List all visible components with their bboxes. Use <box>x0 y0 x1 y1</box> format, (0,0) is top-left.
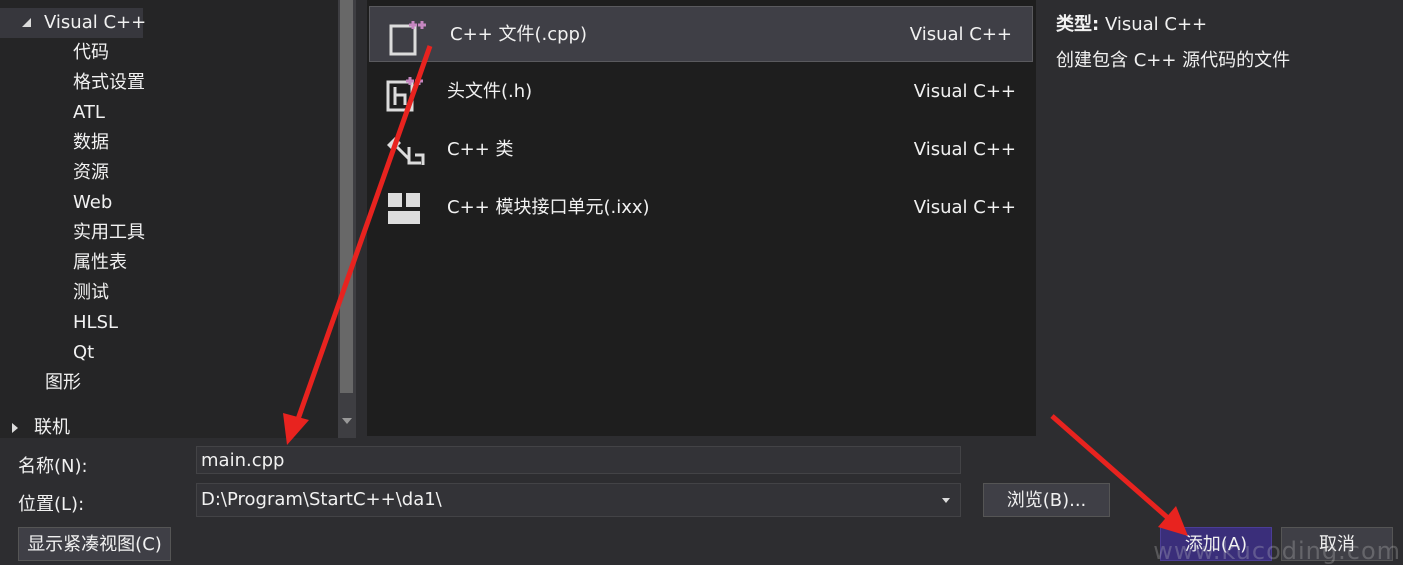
tree-scrollbar[interactable] <box>338 0 356 438</box>
tree-item-property-sheets[interactable]: 属性表 <box>73 248 127 278</box>
name-input[interactable] <box>196 446 961 474</box>
tree-item-qt[interactable]: Qt <box>73 338 94 368</box>
location-label: 位置(L): <box>18 494 85 515</box>
collapsed-triangle-icon[interactable] <box>12 423 18 433</box>
tree-item-utilities[interactable]: 实用工具 <box>73 218 145 248</box>
tree-item-atl[interactable]: ATL <box>73 98 105 128</box>
cpp-file-icon <box>389 21 426 56</box>
tree-item-hlsl[interactable]: HLSL <box>73 308 118 338</box>
type-label: 类型: <box>1056 14 1100 35</box>
template-category-tree[interactable]: Visual C++ 代码 格式设置 ATL 数据 资源 Web 实用工具 属性… <box>0 0 338 438</box>
template-name: C++ 文件(.cpp) <box>450 24 587 45</box>
template-item-cpp-file[interactable]: C++ 文件(.cpp) Visual C++ <box>369 6 1033 62</box>
template-name: 头文件(.h) <box>447 81 533 102</box>
template-language: Visual C++ <box>913 81 1016 102</box>
header-file-icon <box>386 77 423 112</box>
tree-item-visual-cpp[interactable]: Visual C++ <box>0 8 147 38</box>
tree-item-code[interactable]: 代码 <box>73 38 109 68</box>
compact-view-button[interactable]: 显示紧凑视图(C) <box>18 527 171 561</box>
tree-item-label: 联机 <box>34 417 70 438</box>
template-item-header-file[interactable]: 头文件(.h) Visual C++ <box>367 63 1036 121</box>
scroll-down-arrow-icon[interactable] <box>342 418 352 424</box>
template-language: Visual C++ <box>913 197 1016 218</box>
tree-item-online[interactable]: 联机 <box>12 413 70 438</box>
browse-button[interactable]: 浏览(B)... <box>983 483 1110 517</box>
tree-item-data[interactable]: 数据 <box>73 128 109 158</box>
cpp-class-icon <box>387 137 425 165</box>
tree-item-web[interactable]: Web <box>73 188 112 218</box>
tree-item-label: Visual C++ <box>44 12 147 33</box>
template-name: C++ 类 <box>447 139 514 160</box>
template-language: Visual C++ <box>913 139 1016 160</box>
location-combo[interactable]: D:\Program\StartC++\da1\ <box>196 483 961 517</box>
name-label: 名称(N): <box>18 456 88 477</box>
tree-item-resources[interactable]: 资源 <box>73 158 109 188</box>
expanded-triangle-icon[interactable] <box>22 18 31 27</box>
template-item-cpp-class[interactable]: C++ 类 Visual C++ <box>367 121 1036 179</box>
template-list[interactable]: C++ 文件(.cpp) Visual C++ 头文件(.h) Visual C… <box>367 0 1036 436</box>
description-text: 创建包含 C++ 源代码的文件 <box>1056 50 1291 71</box>
location-value: D:\Program\StartC++\da1\ <box>201 489 442 510</box>
scrollbar-thumb[interactable] <box>340 0 353 393</box>
tree-item-formatting[interactable]: 格式设置 <box>73 68 145 98</box>
description-type: 类型: Visual C++ <box>1056 10 1207 36</box>
type-value: Visual C++ <box>1104 14 1208 35</box>
template-name: C++ 模块接口单元(.ixx) <box>447 197 650 218</box>
module-unit-icon <box>388 193 420 224</box>
template-description-panel: 类型: Visual C++ 创建包含 C++ 源代码的文件 <box>1040 0 1403 436</box>
template-language: Visual C++ <box>909 24 1012 45</box>
tree-item-test[interactable]: 测试 <box>73 278 109 308</box>
tree-item-graphics[interactable]: 图形 <box>45 368 81 398</box>
template-item-module-interface[interactable]: C++ 模块接口单元(.ixx) Visual C++ <box>367 179 1036 237</box>
dropdown-arrow-icon[interactable] <box>942 498 950 503</box>
watermark: www.kucoding.com <box>1153 537 1401 565</box>
